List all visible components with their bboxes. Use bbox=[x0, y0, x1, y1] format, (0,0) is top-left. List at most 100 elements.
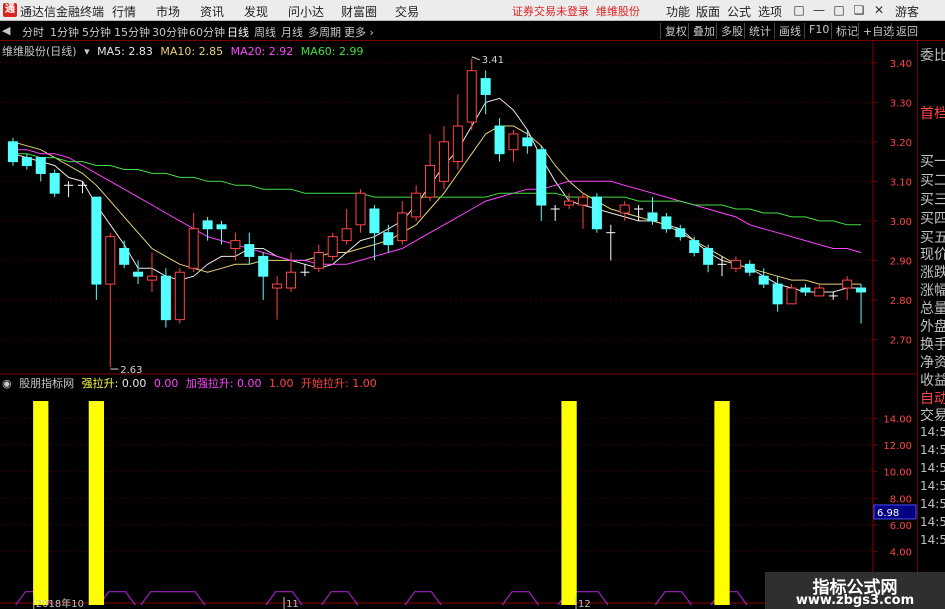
candle bbox=[689, 236, 700, 257]
tab-more[interactable]: 更多 › bbox=[344, 24, 374, 40]
statistics-button[interactable]: 统计 bbox=[744, 23, 771, 39]
candle bbox=[842, 276, 853, 300]
candle bbox=[522, 129, 533, 154]
settings-dropdown-icon[interactable]: ▾ bbox=[84, 45, 90, 58]
app-logo: 通 bbox=[3, 3, 17, 17]
tab-15min[interactable]: 15分钟 bbox=[114, 24, 150, 40]
login-status[interactable]: 证券交易未登录 维维股份 bbox=[512, 3, 640, 19]
f10-button[interactable]: F10 bbox=[804, 23, 829, 39]
indicator-current-value: 6.98 bbox=[877, 508, 899, 519]
candle-body bbox=[800, 287, 811, 293]
candle-body bbox=[119, 248, 130, 265]
mark-button[interactable]: 标记 bbox=[831, 23, 858, 39]
candle bbox=[703, 244, 714, 273]
current-stock-name: 维维股份 bbox=[596, 5, 640, 18]
strong-rise-bar bbox=[33, 401, 49, 605]
price-tick-label: 3.40 bbox=[890, 59, 912, 70]
indicator-settings-icon[interactable]: ◉ bbox=[2, 377, 12, 390]
quote-panel-row: 买四 bbox=[920, 211, 945, 227]
maximize-icon[interactable]: □ bbox=[830, 1, 848, 19]
tool-options[interactable]: 选项 bbox=[758, 3, 782, 20]
tab-weekly[interactable]: 周线 bbox=[254, 24, 276, 40]
candle bbox=[49, 169, 60, 198]
login-status-text: 证券交易未登录 bbox=[512, 5, 589, 18]
quote-panel-row: 涨幅 bbox=[920, 283, 945, 299]
indicator-tick-label: 8.00 bbox=[890, 494, 912, 505]
quote-panel-row: 换手 bbox=[920, 337, 945, 353]
ma10-legend: MA10: 2.85 bbox=[160, 45, 223, 58]
price-tick-label: 2.90 bbox=[890, 256, 912, 267]
start-rise-label: 开始拉升: bbox=[301, 377, 349, 390]
candle bbox=[91, 196, 102, 300]
indicator-value-4: 1.00 bbox=[269, 377, 294, 390]
candle-body bbox=[577, 196, 589, 206]
quote-panel-row: 总量 bbox=[920, 301, 945, 317]
tool-formula[interactable]: 公式 bbox=[727, 3, 751, 20]
return-button[interactable]: 返回 bbox=[891, 23, 918, 39]
candle bbox=[591, 193, 602, 233]
candle bbox=[744, 260, 755, 277]
overlay-button[interactable]: 叠加 bbox=[688, 23, 715, 39]
menu-trade[interactable]: 交易 bbox=[395, 3, 419, 20]
menu-ask-assistant[interactable]: 问小达 bbox=[288, 3, 324, 20]
tab-1min[interactable]: 1分钟 bbox=[50, 24, 79, 40]
tab-30min[interactable]: 30分钟 bbox=[152, 24, 188, 40]
menu-discover[interactable]: 发现 bbox=[244, 3, 268, 20]
quote-panel: 委比首档买一买二买三买四买五现价涨跌涨幅总量外盘换手净资收益自动交易14:561… bbox=[917, 41, 945, 609]
ma20-line bbox=[13, 149, 862, 265]
ma5-legend: MA5: 2.83 bbox=[97, 45, 153, 58]
candle-body bbox=[564, 200, 575, 206]
tab-multi-period[interactable]: 多周期 bbox=[308, 24, 341, 40]
draw-line-button[interactable]: 画线 bbox=[774, 23, 801, 39]
candle-body bbox=[689, 240, 700, 253]
candle-body bbox=[661, 216, 672, 230]
candle bbox=[35, 157, 46, 182]
quote-panel-row: 14:56 bbox=[920, 425, 945, 439]
tool-layout[interactable]: 版面 bbox=[696, 3, 720, 20]
tab-intraday[interactable]: 分时 bbox=[22, 24, 44, 40]
chevron-right-icon: › bbox=[369, 26, 374, 39]
candle bbox=[369, 205, 380, 261]
shirt-icon[interactable]: □ bbox=[790, 1, 808, 19]
indicator-title[interactable]: 股朋指标网 bbox=[19, 377, 74, 390]
candle bbox=[675, 224, 686, 241]
kline-chart[interactable]: 3.40 3.30 3.20 3.10 3.00 2.90 2.80 2.70 14.00 12… bbox=[0, 41, 917, 609]
candle bbox=[425, 133, 436, 202]
menu-market[interactable]: 市场 bbox=[156, 3, 180, 20]
tab-monthly[interactable]: 月线 bbox=[281, 24, 303, 40]
candlesticks bbox=[7, 58, 867, 368]
candle-body bbox=[814, 287, 825, 297]
price-tick-label: 3.00 bbox=[890, 217, 912, 228]
menu-wealth-circle[interactable]: 财富圈 bbox=[341, 3, 377, 20]
candle bbox=[174, 268, 185, 324]
close-icon[interactable]: ✕ bbox=[870, 1, 888, 19]
quote-panel-row: 买二 bbox=[920, 173, 945, 189]
candle bbox=[800, 284, 811, 296]
candle bbox=[7, 137, 18, 166]
candle bbox=[564, 193, 575, 209]
strong-rise-value: 0.00 bbox=[121, 377, 147, 390]
quote-panel-row: 14:56 bbox=[920, 479, 945, 493]
multi-stock-button[interactable]: 多股 bbox=[716, 23, 743, 39]
candle bbox=[272, 276, 283, 320]
tab-60min[interactable]: 60分钟 bbox=[189, 24, 225, 40]
candle-body bbox=[369, 208, 380, 234]
adjust-price-button[interactable]: 复权 bbox=[660, 23, 687, 39]
menu-market-quotes[interactable]: 行情 bbox=[112, 3, 136, 20]
candle bbox=[244, 232, 255, 265]
candle bbox=[661, 212, 672, 233]
candle-body bbox=[856, 287, 867, 293]
tool-functions[interactable]: 功能 bbox=[666, 3, 690, 20]
nav-back-icon[interactable]: ◀ bbox=[2, 24, 10, 37]
minimize-icon[interactable]: — bbox=[810, 1, 828, 19]
candle bbox=[133, 260, 144, 285]
add-favorite-button[interactable]: +自选 bbox=[858, 23, 894, 39]
restore-icon[interactable]: ❏ bbox=[850, 1, 868, 19]
menu-news[interactable]: 资讯 bbox=[200, 3, 224, 20]
quote-panel-row: 14:56 bbox=[920, 497, 945, 511]
quote-panel-row: 净资 bbox=[920, 355, 945, 371]
guest-account[interactable]: 游客 bbox=[895, 3, 919, 20]
tab-5min[interactable]: 5分钟 bbox=[82, 24, 111, 40]
tab-daily[interactable]: 日线 bbox=[227, 24, 249, 40]
stock-title[interactable]: 维维股份(日线) bbox=[2, 45, 77, 58]
